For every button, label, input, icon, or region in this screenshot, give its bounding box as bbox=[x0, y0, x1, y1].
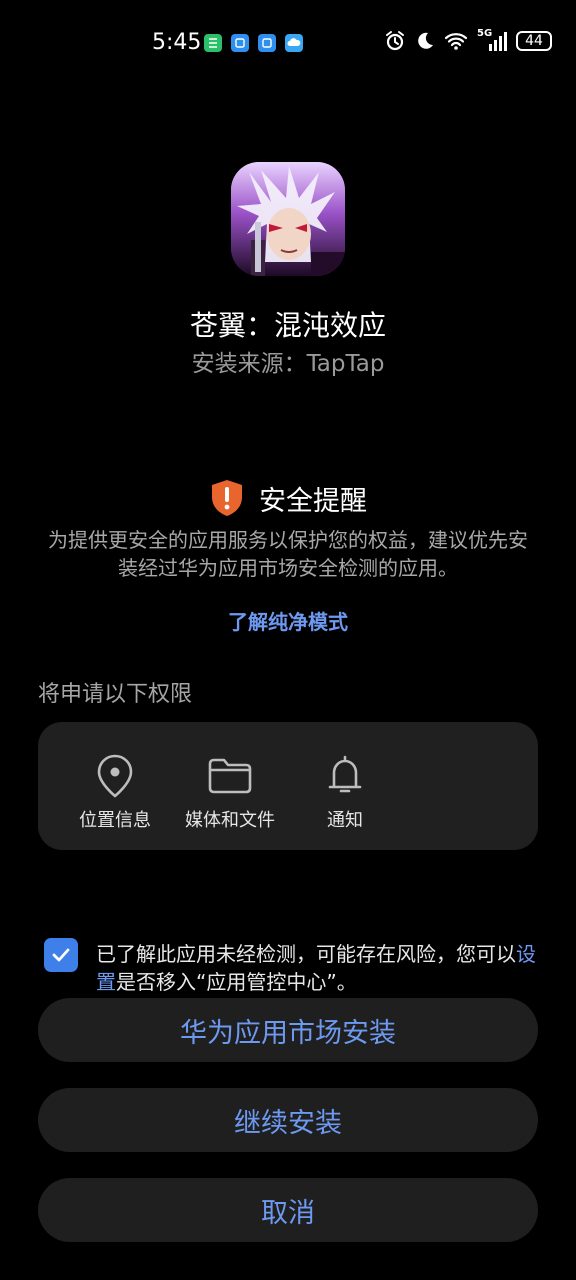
checkmark-icon bbox=[52, 948, 70, 962]
consent-text: 已了解此应用未经检测，可能存在风险，您可以设置是否移入“应用管控中心”。 bbox=[96, 940, 536, 996]
consent-text-before: 已了解此应用未经检测，可能存在风险，您可以 bbox=[96, 942, 516, 966]
battery-icon: 44 bbox=[516, 31, 552, 51]
permission-label: 位置信息 bbox=[79, 810, 151, 831]
install-source: 安装来源：TapTap bbox=[191, 351, 385, 377]
permissions-title: 将申请以下权限 bbox=[38, 682, 193, 707]
learn-pure-mode-link[interactable]: 了解纯净模式 bbox=[0, 606, 576, 635]
security-title: 安全提醒 bbox=[259, 485, 367, 517]
install-screen: { "status_bar": { "time": "5:45", "signa… bbox=[0, 0, 576, 1280]
wifi-icon bbox=[444, 33, 468, 50]
permission-label: 媒体和文件 bbox=[185, 810, 275, 831]
permission-media-files[interactable]: 媒体和文件 bbox=[175, 752, 285, 832]
continue-install-button[interactable]: 继续安装 bbox=[38, 1088, 538, 1152]
status-time: 5:45 bbox=[152, 30, 202, 55]
market-install-button[interactable]: 华为应用市场安装 bbox=[38, 998, 538, 1062]
phone-notification-icon bbox=[204, 34, 222, 52]
consent-checkbox[interactable] bbox=[44, 938, 78, 972]
app-icon-artwork bbox=[231, 162, 345, 276]
app-notification-icon bbox=[258, 34, 276, 52]
permission-notification[interactable]: 通知 bbox=[290, 752, 400, 832]
shield-warning-icon bbox=[212, 480, 242, 516]
cancel-button[interactable]: 取消 bbox=[38, 1178, 538, 1242]
bell-icon bbox=[290, 752, 400, 800]
permissions-card: 位置信息 媒体和文件 通知 bbox=[38, 722, 538, 850]
status-bar: 5:45 5G 44 bbox=[0, 24, 576, 64]
moon-icon bbox=[418, 32, 433, 49]
weather-notification-icon bbox=[285, 34, 303, 52]
consent-text-after: 是否移入“应用管控中心”。 bbox=[116, 970, 357, 994]
signal-icon: 5G bbox=[477, 28, 507, 52]
security-header: 安全提醒 bbox=[0, 478, 576, 518]
app-notification-icon bbox=[231, 34, 249, 52]
system-icons: 5G 44 bbox=[384, 28, 552, 52]
location-icon bbox=[60, 752, 170, 800]
security-description: 为提供更安全的应用服务以保护您的权益，建议优先安装经过华为应用市场安全检测的应用… bbox=[48, 528, 528, 580]
alarm-icon bbox=[386, 31, 404, 51]
permission-location[interactable]: 位置信息 bbox=[60, 752, 170, 832]
app-name: 苍翼：混沌效应 bbox=[189, 309, 386, 342]
permission-label: 通知 bbox=[327, 810, 363, 831]
app-icon bbox=[231, 162, 345, 276]
folder-icon bbox=[175, 752, 285, 800]
notification-icons bbox=[204, 34, 303, 52]
